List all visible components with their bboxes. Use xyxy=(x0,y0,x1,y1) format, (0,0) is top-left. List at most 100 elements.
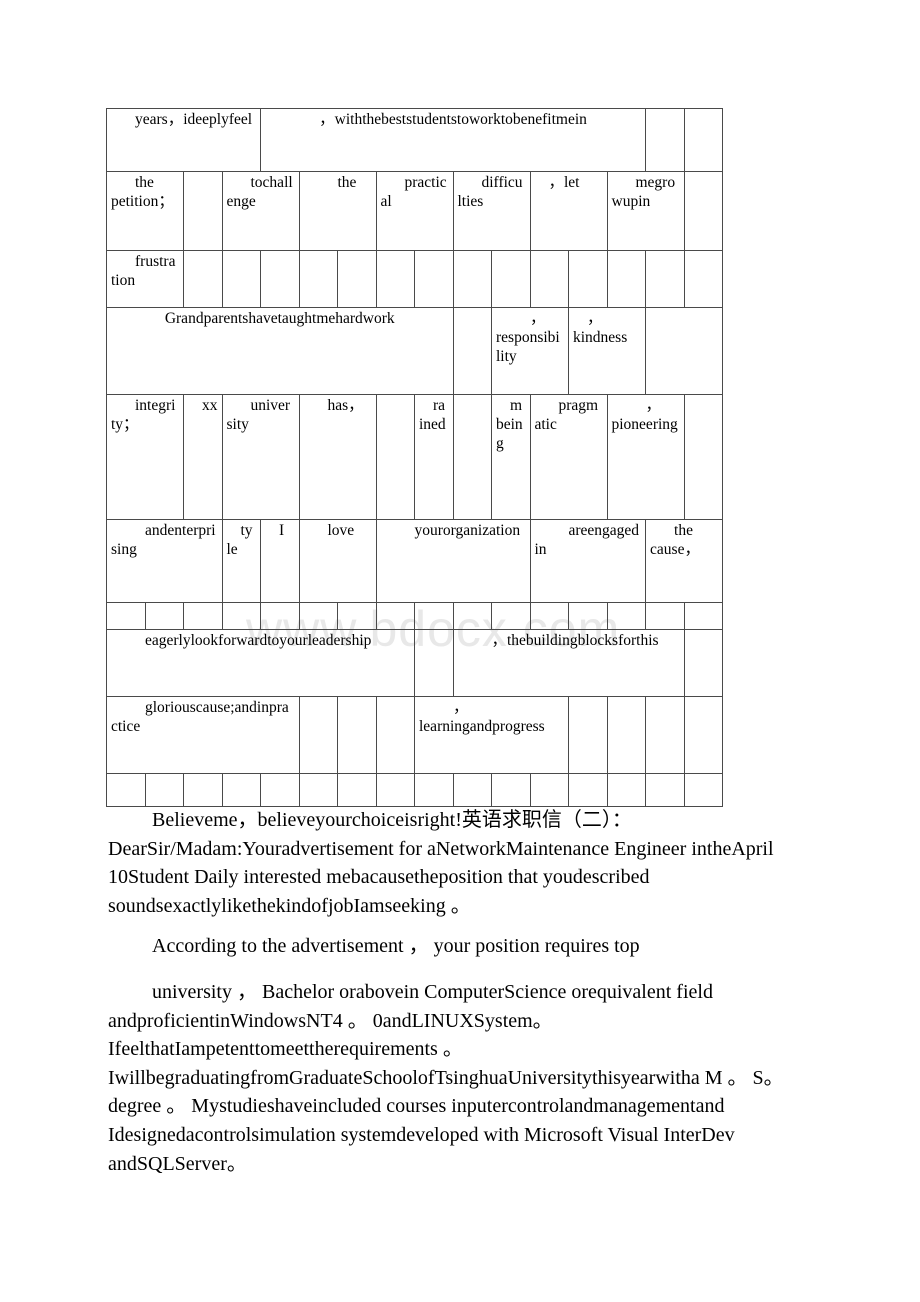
table-row: frustration xyxy=(106,250,724,308)
table-row: the petition； tochallenge the practical diff… xyxy=(106,171,724,251)
table-cell-empty xyxy=(414,602,454,630)
table-cell-empty xyxy=(606,696,647,774)
table-cell-text: love xyxy=(298,519,377,603)
table-cell-empty xyxy=(260,250,300,308)
table-cell-empty xyxy=(414,629,454,697)
table-cell-text: practical xyxy=(375,171,454,251)
table-cell-empty xyxy=(337,250,377,308)
table-cell-text: the cause， xyxy=(645,519,724,603)
table-cell-empty xyxy=(529,250,569,308)
table-cell-empty xyxy=(683,629,724,697)
table-cell-text: I xyxy=(260,519,300,603)
table-cell-empty xyxy=(337,773,377,807)
table-cell-empty xyxy=(683,602,724,630)
table-cell-text: the petition； xyxy=(106,171,184,251)
table-cell-empty xyxy=(221,773,261,807)
table-cell-text: the xyxy=(298,171,377,251)
table-cell-text: tochallenge xyxy=(221,171,300,251)
table-cell-empty xyxy=(606,250,647,308)
table-cell-text: integrity； xyxy=(106,394,184,520)
table-cell-empty xyxy=(221,602,261,630)
table-cell-empty xyxy=(414,250,454,308)
table-cell-text: pragmatic xyxy=(529,394,608,520)
table-cell-empty xyxy=(260,773,300,807)
table-cell-empty xyxy=(375,250,415,308)
table-cell-text: rained xyxy=(414,394,454,520)
table-cell-text: megrowupin xyxy=(606,171,685,251)
table-cell-empty xyxy=(144,773,184,807)
table-cell-empty xyxy=(298,773,338,807)
table-cell-empty xyxy=(645,250,685,308)
table-cell-empty xyxy=(183,171,223,251)
table-cell-empty xyxy=(183,602,223,630)
table-cell-empty xyxy=(645,773,685,807)
table-cell-empty xyxy=(298,250,338,308)
table-cell-empty xyxy=(491,602,531,630)
table-cell-empty xyxy=(568,696,608,774)
table-cell-text: andenterprising xyxy=(106,519,223,603)
table-cell-text: mbeing xyxy=(491,394,531,520)
table-cell-empty xyxy=(452,307,492,395)
table-row: integrity； xx university has， rained mbeing pr… xyxy=(106,394,724,520)
table-cell-empty xyxy=(375,696,415,774)
table-row: eagerlylookforwardtoyourleadership ，thebu… xyxy=(106,629,724,697)
table-cell-empty xyxy=(452,250,492,308)
table-cell-text: yourorganization xyxy=(375,519,531,603)
table-cell-empty xyxy=(221,250,261,308)
table-cell-text: frustration xyxy=(106,250,184,308)
table-cell-text: tyle xyxy=(221,519,261,603)
table-cell-empty xyxy=(144,602,184,630)
table-row xyxy=(106,602,724,630)
table-cell-empty xyxy=(106,602,146,630)
table-cell-text: years，ideeplyfeel xyxy=(106,108,261,172)
table-cell-empty xyxy=(683,773,724,807)
table-cell-text: ，pioneering xyxy=(606,394,685,520)
table-cell-empty xyxy=(645,108,685,172)
table-cell-empty xyxy=(414,773,454,807)
table-cell-empty xyxy=(375,394,415,520)
table-cell-text: university xyxy=(221,394,300,520)
table-cell-text: areengagedin xyxy=(529,519,647,603)
table-cell-empty xyxy=(683,250,724,308)
table-row: gloriouscause;andinpractice ，learningandp… xyxy=(106,696,724,774)
table-cell-empty xyxy=(260,602,300,630)
table-cell-empty xyxy=(452,394,492,520)
table-cell-empty xyxy=(491,773,531,807)
layout-table: years，ideeplyfeel ，withthebeststudentstow… xyxy=(106,108,724,807)
paragraph-believe-me: Believeme，believeyourchoiceisright!英语求职信… xyxy=(108,809,774,917)
table-cell-empty xyxy=(491,250,531,308)
table-cell-empty xyxy=(183,773,223,807)
table-row: years，ideeplyfeel ，withthebeststudentstow… xyxy=(106,108,724,172)
table-cell-text: has， xyxy=(298,394,377,520)
table-cell-text: ，withthebeststudentstoworktobenefitmein xyxy=(259,108,647,172)
document-page: www.bdocx.com years，ideeplyfeel ，withtheb… xyxy=(0,0,920,1302)
table-cell-empty xyxy=(645,602,685,630)
table-cell-empty xyxy=(337,696,377,774)
table-cell-text: difficulties xyxy=(452,171,531,251)
table-cell-empty xyxy=(606,773,647,807)
table-cell-text: ，let xyxy=(529,171,608,251)
paragraph-according-to-ad: According to the advertisement ， your po… xyxy=(152,935,640,957)
table-cell-empty xyxy=(183,250,223,308)
table-cell-text: ，learningandprogress xyxy=(414,696,569,774)
table-cell-empty xyxy=(683,171,724,251)
table-cell-empty xyxy=(568,773,608,807)
table-cell-empty xyxy=(529,773,569,807)
table-cell-empty xyxy=(452,773,492,807)
table-row xyxy=(106,773,724,807)
table-cell-empty xyxy=(298,602,338,630)
table-cell-empty xyxy=(606,602,647,630)
table-cell-text: ，kindness xyxy=(567,307,647,395)
table-cell-empty xyxy=(645,696,685,774)
table-cell-empty xyxy=(298,696,338,774)
table-cell-empty xyxy=(106,773,146,807)
table-cell-empty xyxy=(375,602,415,630)
table-cell-text: ，thebuildingblocksforthis xyxy=(452,629,685,697)
table-cell-text: xx xyxy=(183,394,223,520)
table-cell-empty xyxy=(529,602,569,630)
table-cell-empty xyxy=(645,307,724,395)
table-row: Grandparentshavetaughtmehardwork ，respons… xyxy=(106,307,724,395)
paragraph-qualifications: university ， Bachelor orabovein Computer… xyxy=(108,981,784,1175)
table-cell-empty xyxy=(375,773,415,807)
table-row: andenterprising tyle Ilove yourorganization… xyxy=(106,519,724,603)
